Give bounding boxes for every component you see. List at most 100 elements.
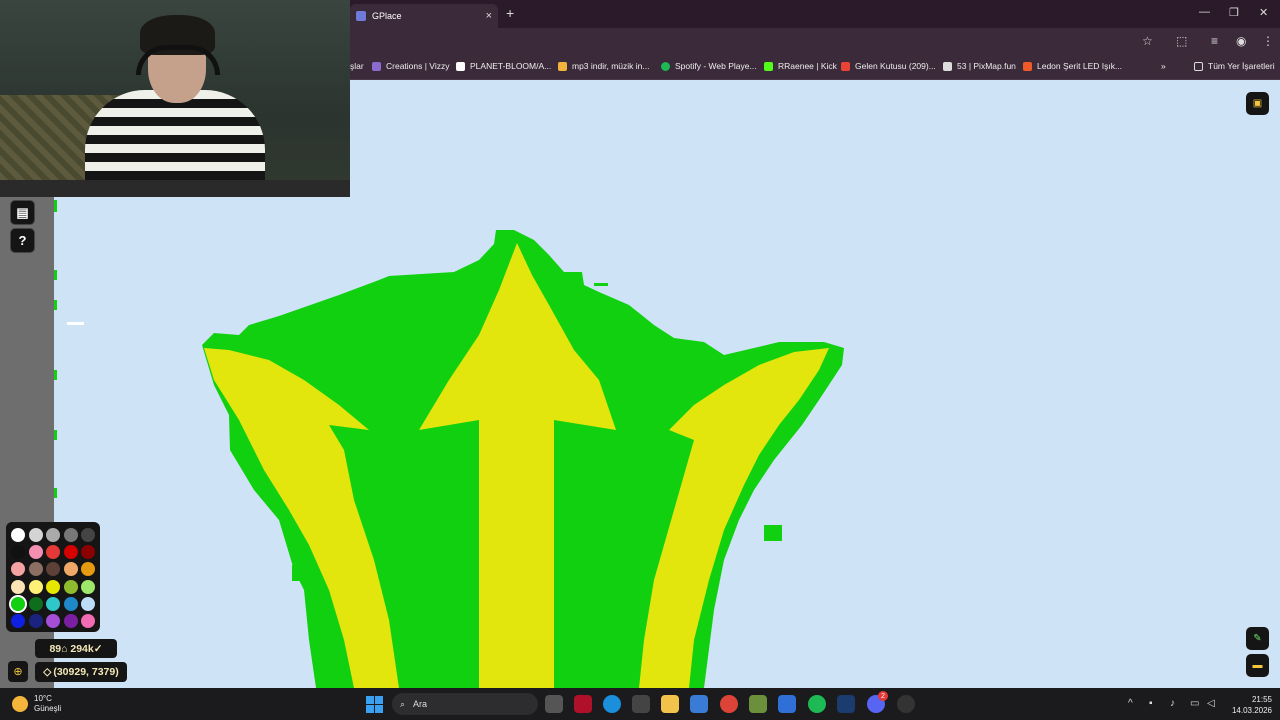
vizzy-icon	[372, 61, 381, 71]
palette-swatch[interactable]	[11, 562, 25, 577]
bookmark-item[interactable]: mp3 indir, müzik in...	[558, 61, 649, 71]
gplace-favicon-icon	[356, 11, 366, 21]
minecraft-icon[interactable]	[749, 695, 767, 713]
spotify-icon[interactable]	[808, 695, 826, 713]
chrome-icon[interactable]	[720, 695, 738, 713]
file-explorer-icon[interactable]	[661, 695, 679, 713]
bag-icon: ▣	[1252, 98, 1263, 109]
pixmap-icon	[943, 61, 952, 71]
bookmark-label: mp3 indir, müzik in...	[572, 61, 650, 71]
bookmarks-overflow-button[interactable]: »	[1161, 61, 1166, 71]
tray-chevron-up-icon[interactable]: ^	[1128, 698, 1133, 709]
palette-swatch[interactable]	[28, 579, 43, 594]
bookmark-label: Ledon Şerit LED Işık...	[1037, 61, 1123, 71]
bookmark-item[interactable]: Ledon Şerit LED Işık...	[1023, 61, 1122, 71]
palette-swatch[interactable]	[81, 596, 95, 611]
palette-swatch[interactable]	[81, 528, 95, 542]
white-pixel-dash	[67, 322, 84, 325]
copilot-icon[interactable]	[690, 695, 708, 713]
palette-swatch[interactable]	[28, 562, 43, 577]
discord-badge: 2	[878, 691, 888, 701]
taskbar-clock[interactable]: 21:55 14.03.2026	[1224, 694, 1272, 716]
app-red-icon[interactable]	[574, 695, 592, 713]
palette-swatch[interactable]	[46, 579, 60, 594]
palette-swatch[interactable]	[63, 545, 78, 560]
inventory-button[interactable]: ▣	[1246, 92, 1269, 115]
bookmark-item[interactable]: Creations | Vizzy	[372, 61, 449, 71]
volume-icon[interactable]: ◁	[1207, 698, 1215, 709]
tray-app-icon[interactable]: ▪	[1149, 698, 1153, 709]
store-icon[interactable]	[632, 695, 650, 713]
green-pixel-edge	[54, 488, 57, 498]
minimize-icon[interactable]: —	[1199, 6, 1210, 18]
tab-close-icon[interactable]: ×	[486, 10, 492, 22]
folder-icon	[1194, 61, 1203, 71]
palette-swatch[interactable]	[28, 528, 43, 542]
draw-mode-button[interactable]: ✎	[1246, 627, 1269, 650]
obs-icon[interactable]	[897, 695, 915, 713]
windows-taskbar: 10°C Güneşli ⌕ Ara 2 ^ ▪ ♪ ▭ ◁ 21:55 14.…	[0, 688, 1280, 720]
color-palette	[6, 522, 100, 632]
palette-swatch[interactable]	[81, 613, 95, 628]
menu-kebab-icon[interactable]: ⋮	[1262, 34, 1274, 48]
close-window-icon[interactable]: ✕	[1259, 6, 1268, 19]
taskbar-search[interactable]: ⌕ Ara	[392, 693, 538, 715]
bookmark-item[interactable]: RRaenee | Kick	[764, 61, 837, 71]
locate-button[interactable]: ⊕	[8, 661, 28, 682]
sun-icon	[12, 696, 28, 712]
palette-swatch[interactable]	[63, 579, 78, 594]
palette-swatch[interactable]	[28, 613, 43, 628]
bookmark-label: RRaenee | Kick	[778, 61, 837, 71]
palette-swatch[interactable]	[9, 594, 27, 613]
mail-icon[interactable]	[778, 695, 796, 713]
palette-swatch[interactable]	[11, 579, 25, 594]
tab-gplace[interactable]: GPlace ×	[350, 4, 498, 28]
palette-swatch[interactable]	[46, 596, 60, 611]
edge-icon[interactable]	[603, 695, 621, 713]
profile-avatar-icon[interactable]: ◉	[1236, 34, 1246, 48]
bookmark-star-icon[interactable]: ☆	[1142, 34, 1153, 48]
palette-swatch[interactable]	[63, 613, 78, 628]
palette-swatch[interactable]	[11, 528, 25, 542]
palette-swatch[interactable]	[63, 596, 78, 611]
microphone-icon[interactable]: ♪	[1170, 698, 1175, 709]
palette-swatch[interactable]	[63, 528, 78, 542]
templates-button[interactable]: ▤	[10, 200, 35, 225]
bookmark-item[interactable]: 53 | PixMap.fun	[943, 61, 1016, 71]
palette-swatch[interactable]	[81, 579, 95, 594]
palette-swatch[interactable]	[46, 528, 60, 542]
task-view-icon[interactable]	[545, 695, 563, 713]
palette-swatch[interactable]	[46, 613, 60, 628]
help-button[interactable]: ?	[10, 228, 35, 253]
bookmark-item[interactable]: Gelen Kutusu (209)...	[841, 61, 936, 71]
windows-logo-icon	[375, 705, 383, 713]
all-bookmarks-folder[interactable]: Tüm Yer İşaretleri	[1194, 61, 1275, 71]
palette-swatch[interactable]	[63, 562, 78, 577]
palette-swatch[interactable]	[46, 562, 60, 577]
bookmark-label: şlar	[350, 61, 364, 71]
palette-swatch[interactable]	[11, 613, 25, 628]
coordinates-display[interactable]: ◇ (30929, 7379)	[35, 662, 127, 682]
bookmark-label: Gelen Kutusu (209)...	[855, 61, 936, 71]
palette-swatch[interactable]	[81, 562, 95, 577]
media-control-icon[interactable]: ≡	[1211, 34, 1218, 48]
extensions-icon[interactable]: ⬚	[1176, 34, 1187, 48]
palette-swatch[interactable]	[28, 545, 43, 560]
network-icon[interactable]: ▭	[1190, 698, 1199, 709]
steam-icon[interactable]	[837, 695, 855, 713]
bookmark-item[interactable]: Spotify - Web Playe...	[661, 61, 757, 71]
palette-swatch[interactable]	[11, 545, 25, 560]
maximize-icon[interactable]: ❐	[1229, 6, 1239, 19]
weather-widget[interactable]: 10°C Güneşli	[12, 694, 61, 714]
bookmark-item[interactable]: PLANET-BLOOM/A...	[456, 61, 551, 71]
start-button[interactable]	[366, 696, 383, 713]
palette-swatch[interactable]	[81, 545, 95, 560]
green-pixel-edge	[54, 200, 57, 212]
chat-button[interactable]: ▬	[1246, 654, 1269, 677]
discord-icon[interactable]: 2	[867, 691, 888, 713]
new-tab-button[interactable]: +	[506, 5, 514, 21]
bookmark-item[interactable]: şlar	[350, 61, 364, 71]
palette-swatch[interactable]	[46, 545, 60, 560]
palette-swatch[interactable]	[28, 596, 43, 611]
green-pixel-block	[764, 525, 782, 541]
